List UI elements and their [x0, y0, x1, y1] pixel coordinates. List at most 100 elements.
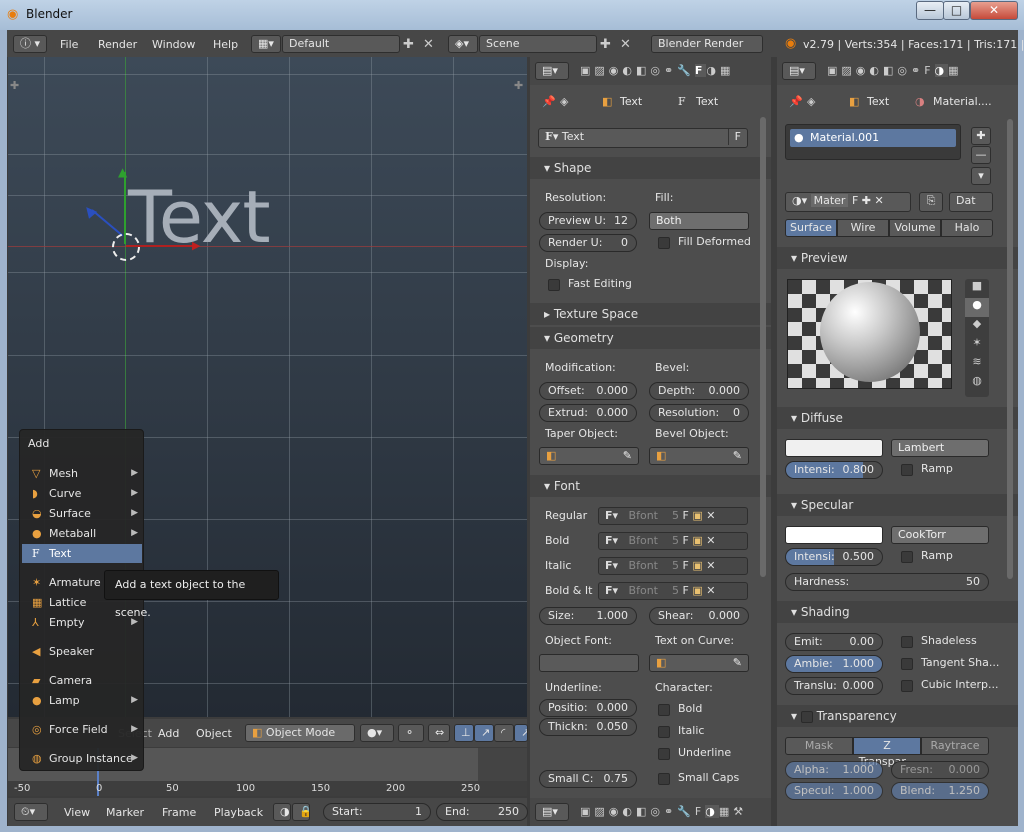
blend-field[interactable]: Blend: 1.250 [891, 782, 989, 800]
rotate-icon[interactable]: ◜ [494, 724, 514, 742]
datablock-field[interactable]: F▾ Text F [538, 128, 748, 148]
pin-icon[interactable]: 📌 [542, 95, 556, 108]
menu-help[interactable]: Help [213, 38, 238, 51]
add-menu-camera[interactable]: ▰ Camera [22, 671, 142, 690]
menu-render[interactable]: Render [98, 38, 137, 51]
transparency-checkbox[interactable] [800, 710, 813, 723]
mode-select[interactable]: ◧ Object Mode [245, 724, 355, 742]
underline-thickness-field[interactable]: Thickn: 0.050 [539, 718, 637, 736]
add-menu-mesh[interactable]: ▽ Mesh ▶ [22, 464, 142, 483]
object-font-field[interactable] [539, 654, 639, 672]
diffuse-panel-header[interactable]: ▾ Diffuse [777, 407, 1018, 429]
font-italic-field[interactable]: F▾ Bfont 5 F ▣ ✕ [598, 557, 748, 575]
italic-checkbox[interactable] [658, 726, 670, 738]
font-bold-field[interactable]: F▾ Bfont 5 F ▣ ✕ [598, 532, 748, 550]
start-frame-field[interactable]: Start: 1 [323, 803, 431, 821]
preview-type-strip[interactable]: ■ ● ◆ ✶ ≋ ◍ [965, 279, 989, 397]
slot-menu-icon[interactable]: ▾ [971, 167, 991, 185]
context-tabs[interactable]: ▣▨◉◐◧◎⚭F◑▦ [827, 64, 963, 77]
scale-icon[interactable]: ↗ [514, 724, 528, 742]
editor-type-timeline-button[interactable]: ⏲▾ [14, 803, 48, 821]
font-shear-field[interactable]: Shear: 0.000 [649, 607, 749, 625]
specular-color-swatch[interactable] [785, 526, 883, 544]
add-menu-metaball[interactable]: ● Metaball ▶ [22, 524, 142, 543]
material-slot-list[interactable]: ● Material.001 [785, 124, 961, 160]
diffuse-color-swatch[interactable] [785, 439, 883, 457]
fill-deformed-checkbox[interactable] [658, 237, 670, 249]
eyedropper-icon[interactable]: ✎ [733, 655, 742, 671]
offset-field[interactable]: Offset: 0.000 [539, 382, 637, 400]
specular-shader-select[interactable]: CookTorr [891, 526, 989, 544]
preview-panel-header[interactable]: ▾ Preview [777, 247, 1018, 269]
text-object[interactable]: Text [128, 181, 271, 253]
underline-checkbox[interactable] [658, 748, 670, 760]
menu-add[interactable]: Add [158, 727, 179, 740]
bevel-object-field[interactable]: ◧ ✎ [649, 447, 749, 465]
gizmo-z-axis[interactable] [91, 209, 124, 237]
viewport-shading-select[interactable]: ●▾ [360, 724, 394, 742]
properties-scrollbar[interactable] [760, 117, 766, 577]
shadeless-checkbox[interactable] [901, 636, 913, 648]
emit-field[interactable]: Emit: 0.00 [785, 633, 883, 651]
material-datablock-field[interactable]: ◑▾ Mater F ✚ ✕ [785, 192, 911, 212]
menu-object[interactable]: Object [196, 727, 232, 740]
add-screen-icon[interactable]: ✚ [403, 37, 414, 52]
screen-name-field[interactable]: Default [282, 35, 400, 53]
scene-name-field[interactable]: Scene [479, 35, 597, 53]
editor-type-button[interactable]: ▤▾ [535, 803, 569, 821]
context-tabs[interactable]: ▣▨◉◐◧◎⚭🔧F◑▦⚒ [580, 805, 747, 818]
specular-intensity-field[interactable]: Intensi: 0.500 [785, 548, 883, 566]
text-on-curve-field[interactable]: ◧ ✎ [649, 654, 749, 672]
translate-icon[interactable]: ↗ [474, 724, 494, 742]
menu-file[interactable]: File [60, 38, 78, 51]
pivot-icon[interactable]: ⚬ [398, 724, 424, 742]
gizmo-y-arrow-icon[interactable]: ▲ [118, 165, 127, 179]
minimize-button[interactable]: — [916, 1, 944, 20]
add-menu-surface[interactable]: ◒ Surface ▶ [22, 504, 142, 523]
hardness-field[interactable]: Hardness: 50 [785, 573, 989, 591]
tab-volume[interactable]: Volume [889, 219, 941, 237]
specular-ramp-checkbox[interactable] [901, 551, 913, 563]
area-split-icon[interactable]: ✚ [10, 79, 19, 92]
underline-position-field[interactable]: Positio: 0.000 [539, 699, 637, 717]
link-select[interactable]: Dat [949, 192, 993, 212]
menu-window[interactable]: Window [152, 38, 195, 51]
bevel-depth-field[interactable]: Depth: 0.000 [649, 382, 749, 400]
taper-object-field[interactable]: ◧ ✎ [539, 447, 639, 465]
font-size-field[interactable]: Size: 1.000 [539, 607, 637, 625]
render-u-field[interactable]: Render U: 0 [539, 234, 637, 252]
menu-playback[interactable]: Playback [214, 806, 263, 819]
add-scene-icon[interactable]: ✚ [600, 37, 611, 52]
alpha-field[interactable]: Alpha: 1.000 [785, 761, 883, 779]
material-slot-item[interactable]: ● Material.001 [790, 129, 956, 147]
copy-material-icon[interactable]: ⎘ [919, 192, 943, 212]
close-window-button[interactable]: ✕ [970, 1, 1018, 20]
small-caps-checkbox[interactable] [658, 773, 670, 785]
end-frame-field[interactable]: End: 250 [436, 803, 528, 821]
material-scrollbar[interactable] [1007, 119, 1013, 579]
add-menu-force-field[interactable]: ◎ Force Field ▶ [22, 720, 142, 739]
lock-icon[interactable]: 🔒 [292, 803, 310, 821]
font-bold-italic-field[interactable]: F▾ Bfont 5 F ▣ ✕ [598, 582, 748, 600]
font-regular-field[interactable]: F▾ Bfont 5 F ▣ ✕ [598, 507, 748, 525]
transparency-mask-button[interactable]: Mask [785, 737, 853, 755]
extrude-field[interactable]: Extrud: 0.000 [539, 404, 637, 422]
editor-type-info-button[interactable]: ⓘ ▾ [13, 35, 47, 53]
pin-icon[interactable]: 📌 [789, 95, 803, 108]
keying-icon[interactable]: ◑ [273, 803, 291, 821]
manipulator-icon[interactable]: ⇔ [428, 724, 450, 742]
tab-wire[interactable]: Wire [837, 219, 889, 237]
preview-u-field[interactable]: Preview U: 12 [539, 212, 637, 230]
eyedropper-icon[interactable]: ✎ [733, 448, 742, 464]
diffuse-ramp-checkbox[interactable] [901, 464, 913, 476]
editor-type-properties-button[interactable]: ▤▾ [782, 62, 816, 80]
tab-halo[interactable]: Halo [941, 219, 993, 237]
delete-screen-icon[interactable]: ✕ [423, 37, 434, 52]
manipulator-toggle-icon[interactable]: ⊥ [454, 724, 474, 742]
bevel-resolution-field[interactable]: Resolution: 0 [649, 404, 749, 422]
translucency-field[interactable]: Translu: 0.000 [785, 677, 883, 695]
maximize-button[interactable]: □ [943, 1, 970, 20]
fill-select[interactable]: Both [649, 212, 749, 230]
add-menu-speaker[interactable]: ◀ Speaker [22, 642, 142, 661]
delete-scene-icon[interactable]: ✕ [620, 37, 631, 52]
